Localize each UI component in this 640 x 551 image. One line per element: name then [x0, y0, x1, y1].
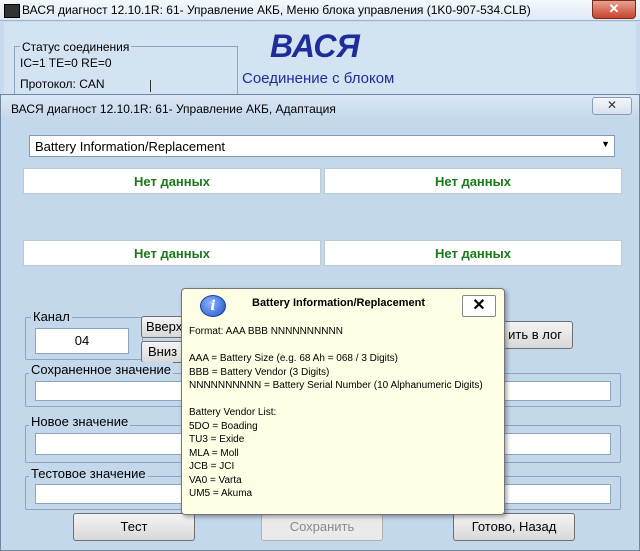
up-button[interactable]: Вверх — [141, 316, 185, 338]
popup-text: Format: AAA BBB NNNNNNNNNN AAA = Battery… — [189, 325, 483, 501]
channel-input[interactable]: 04 — [35, 328, 129, 354]
test-value-legend: Тестовое значение — [29, 466, 148, 481]
select-value: Battery Information/Replacement — [35, 139, 226, 154]
test-button[interactable]: Тест — [73, 513, 195, 541]
popup-line: Format: AAA BBB NNNNNNNNNN — [189, 326, 343, 337]
close-icon: ✕ — [472, 297, 486, 314]
protocol-label: Протокол: CAN — [20, 77, 105, 91]
info-icon: i — [200, 295, 226, 317]
popup-line: UM5 = Akuma — [189, 488, 253, 499]
popup-line: 5DO = Boading — [189, 420, 258, 432]
app-icon — [4, 4, 20, 18]
measure-field-1: Нет данных — [23, 168, 321, 194]
close-icon: ✕ — [606, 98, 618, 112]
new-value-legend: Новое значение — [29, 414, 131, 429]
channel-legend: Канал — [31, 309, 72, 324]
status-counters: IC=1 TE=0 RE=0 — [20, 56, 112, 70]
adaptation-window-title: ВАСЯ диагност 12.10.1R: 61- Управление А… — [11, 102, 336, 116]
measure-field-4: Нет данных — [324, 240, 622, 266]
popup-line — [189, 393, 483, 407]
down-button[interactable]: Вниз — [141, 341, 185, 363]
connection-label: Соединение с блоком — [242, 70, 395, 87]
popup-close-button[interactable]: ✕ — [462, 295, 496, 317]
measure-field-2: Нет данных — [324, 168, 622, 194]
popup-line: AAA = Battery Size (e.g. 68 Ah = 068 / 3… — [189, 353, 399, 364]
popup-line: NNNNNNNNNN = Battery Serial Number (10 A… — [189, 380, 483, 391]
popup-line — [189, 339, 483, 353]
popup-line: BBB = Battery Vendor (3 Digits) — [189, 366, 330, 378]
save-to-log-button[interactable]: ить в лог — [501, 321, 573, 349]
adaptation-window-close-button[interactable]: ✕ — [592, 97, 632, 115]
done-back-button[interactable]: Готово, Назад — [453, 513, 575, 541]
popup-line: VA0 = Varta — [189, 474, 242, 486]
info-tooltip-popup: i Battery Information/Replacement ✕ Form… — [181, 288, 505, 515]
popup-line: JCB = JCI — [189, 461, 235, 472]
text-cursor — [150, 80, 151, 92]
brand-title: ВАСЯ — [270, 28, 360, 64]
saved-value-legend: Сохраненное значение — [29, 362, 174, 377]
popup-title: Battery Information/Replacement — [252, 297, 425, 309]
measure-field-3: Нет данных — [23, 240, 321, 266]
popup-line: MLA = Moll — [189, 447, 239, 459]
chevron-down-icon: ▼ — [601, 139, 610, 149]
close-icon: ✕ — [608, 1, 620, 16]
main-window-title: ВАСЯ диагност 12.10.1R: 61- Управление А… — [22, 3, 531, 17]
adaptation-window-titlebar: ВАСЯ диагност 12.10.1R: 61- Управление А… — [1, 95, 639, 119]
main-window-titlebar: ВАСЯ диагност 12.10.1R: 61- Управление А… — [0, 0, 640, 21]
main-window-close-button[interactable]: ✕ — [592, 0, 636, 19]
adaptation-channel-select[interactable]: Battery Information/Replacement ▼ — [29, 135, 615, 157]
save-button[interactable]: Сохранить — [261, 513, 383, 541]
popup-line: TU3 = Exide — [189, 434, 245, 445]
popup-line: Battery Vendor List: — [189, 407, 277, 418]
connection-status-legend: Статус соединения — [20, 40, 132, 54]
